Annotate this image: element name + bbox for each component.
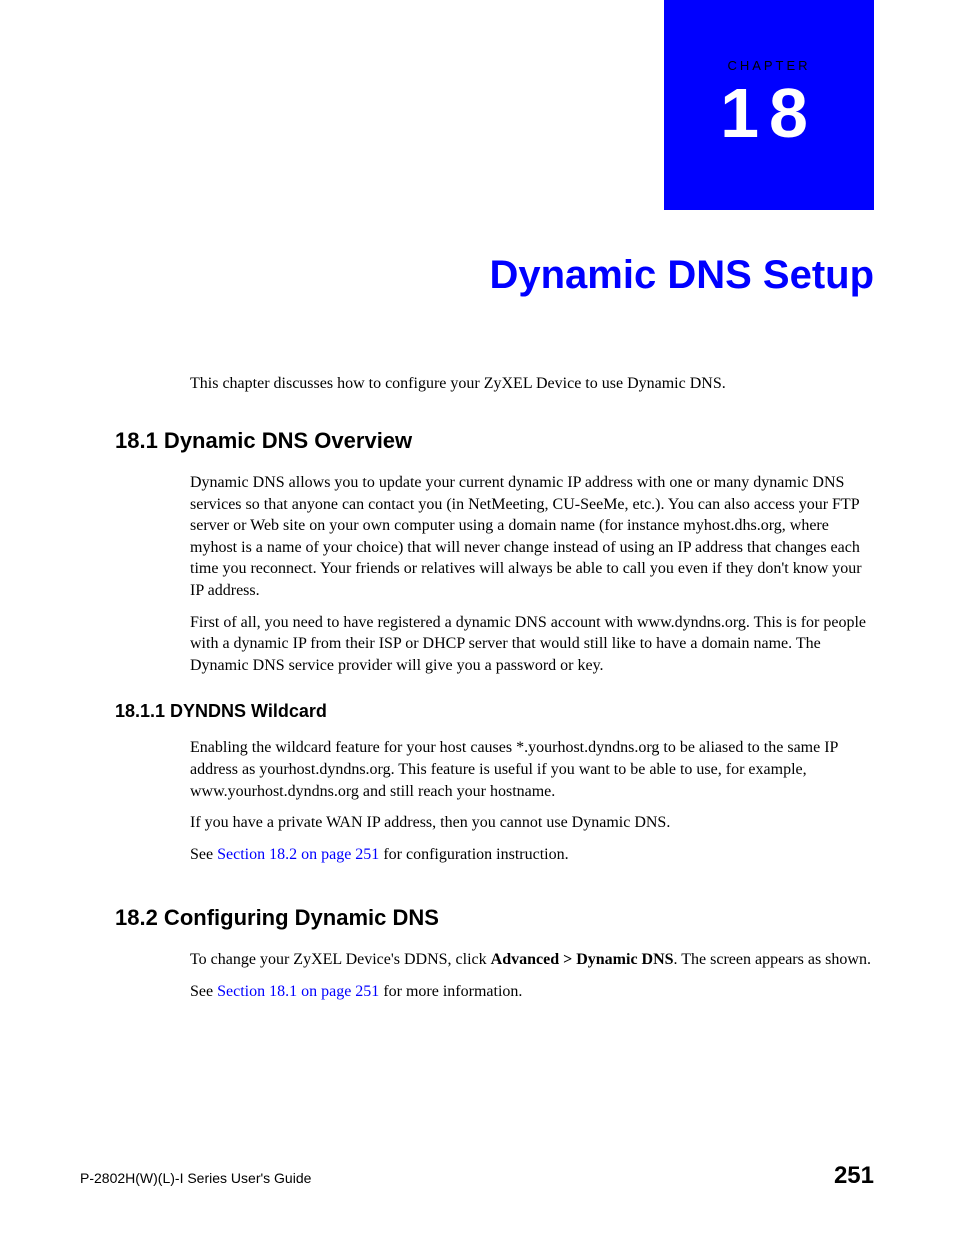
section-18-2-para1: To change your ZyXEL Device's DDNS, clic… — [190, 949, 874, 971]
section-18-1-1-para3: See Section 18.2 on page 251 for configu… — [190, 844, 874, 866]
section-18-1-1-para2: If you have a private WAN IP address, th… — [190, 812, 874, 834]
cross-reference-link[interactable]: Section 18.2 on page 251 — [217, 846, 379, 863]
footer-guide-name: P-2802H(W)(L)-I Series User's Guide — [80, 1170, 311, 1186]
para1-suffix: . The screen appears as shown. — [674, 951, 871, 968]
chapter-title: Dynamic DNS Setup — [0, 253, 874, 298]
para2-prefix: See — [190, 983, 217, 1000]
para1-prefix: To change your ZyXEL Device's DDNS, clic… — [190, 951, 491, 968]
menu-path-bold: Advanced > Dynamic DNS — [491, 951, 674, 968]
section-18-1-1-heading: 18.1.1 DYNDNS Wildcard — [115, 701, 874, 722]
para3-prefix: See — [190, 846, 217, 863]
section-18-1-para2: First of all, you need to have registere… — [190, 612, 874, 677]
chapter-inner: CHAPTER 18 — [720, 58, 818, 153]
section-18-1-para1: Dynamic DNS allows you to update your cu… — [190, 472, 874, 602]
chapter-intro: This chapter discusses how to configure … — [190, 375, 874, 393]
section-18-2-heading: 18.2 Configuring Dynamic DNS — [115, 905, 874, 931]
page-footer: P-2802H(W)(L)-I Series User's Guide 251 — [80, 1162, 874, 1190]
para2-suffix: for more information. — [379, 983, 522, 1000]
chapter-number: 18 — [720, 73, 818, 153]
section-18-1-1-para1: Enabling the wildcard feature for your h… — [190, 737, 874, 802]
section-18-1-heading: 18.1 Dynamic DNS Overview — [115, 428, 874, 454]
cross-reference-link[interactable]: Section 18.1 on page 251 — [217, 983, 379, 1000]
page-content: This chapter discusses how to configure … — [115, 375, 874, 1013]
para3-suffix: for configuration instruction. — [379, 846, 568, 863]
chapter-label: CHAPTER — [720, 58, 818, 73]
section-18-2-para2: See Section 18.1 on page 251 for more in… — [190, 981, 874, 1003]
page-number: 251 — [834, 1162, 874, 1190]
chapter-number-box: CHAPTER 18 — [664, 0, 874, 210]
